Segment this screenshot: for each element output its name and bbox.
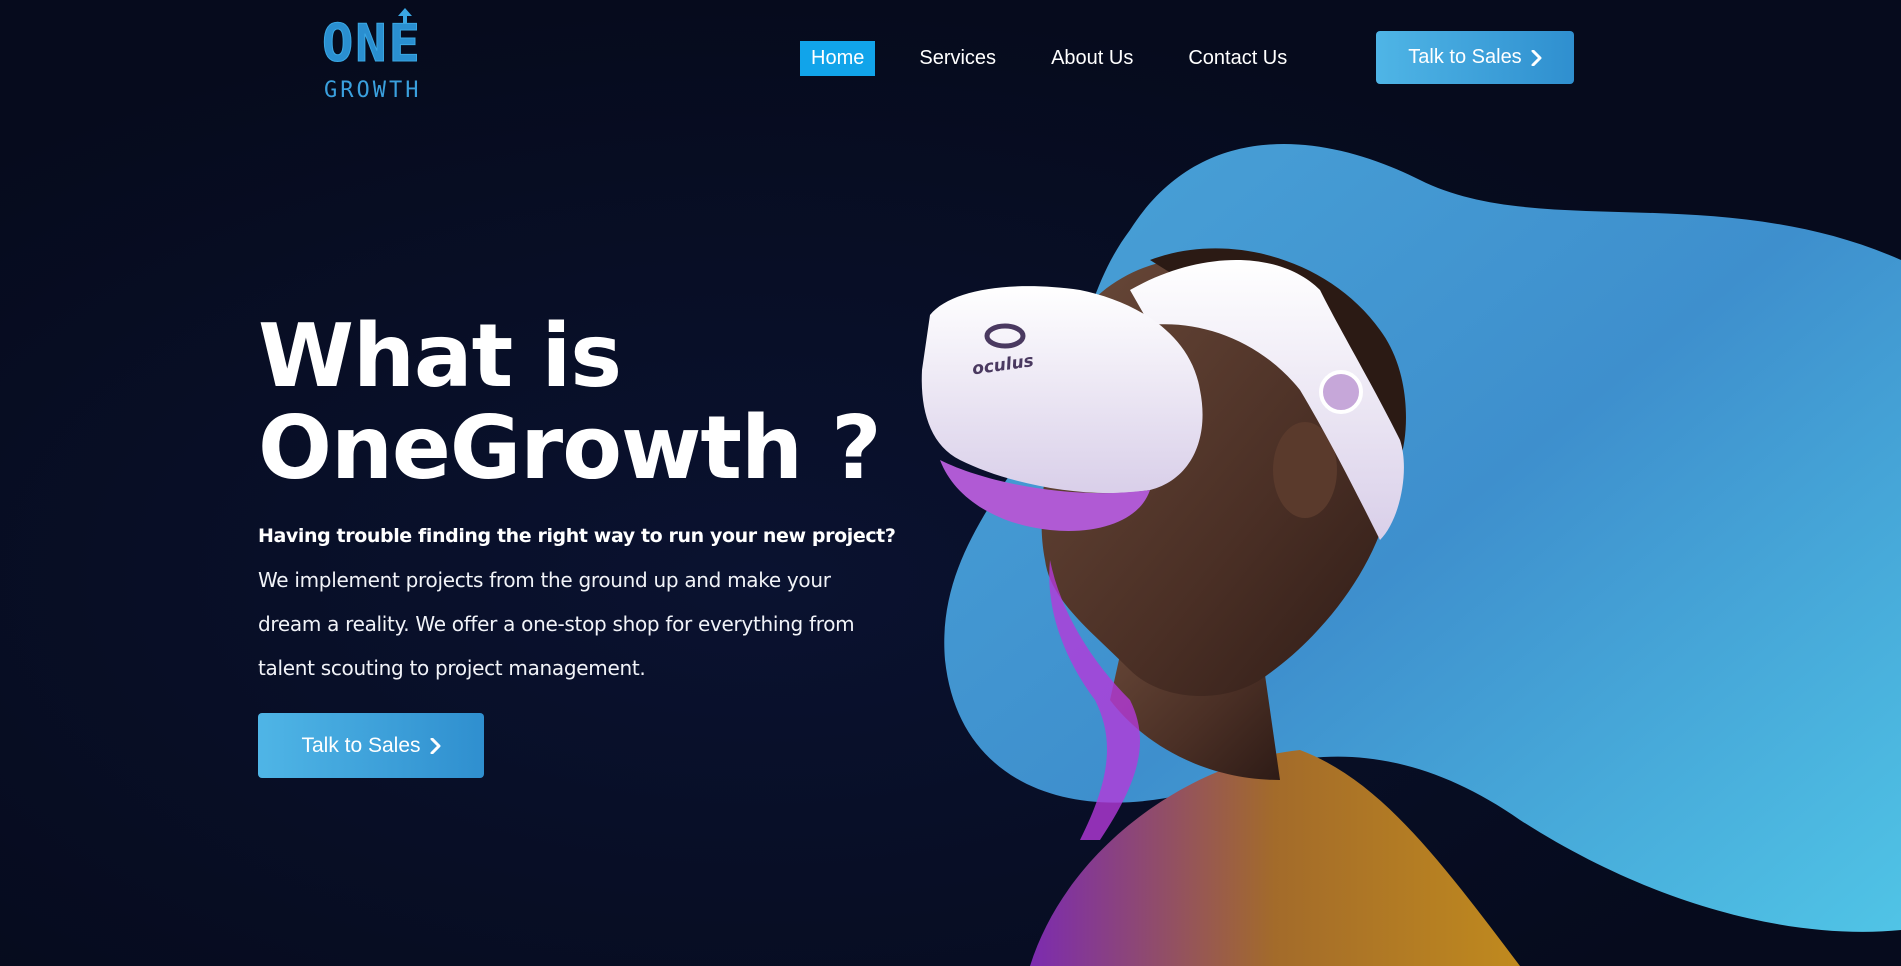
nav-contact-us[interactable]: Contact Us — [1177, 41, 1298, 76]
header-cta-label: Talk to Sales — [1408, 46, 1522, 68]
nav-services[interactable]: Services — [908, 41, 1007, 76]
headset-hinge — [1319, 370, 1363, 414]
nav-home[interactable]: Home — [800, 40, 876, 76]
hero-talk-to-sales-button[interactable]: Talk to Sales — [258, 713, 484, 778]
hero-title-line-2: OneGrowth ? — [258, 397, 882, 499]
onegrowth-logo[interactable]: ONE GROWTH — [322, 8, 452, 104]
logo-word-growth: GROWTH — [324, 78, 422, 103]
hero-illustration: oculus — [921, 144, 1901, 966]
hero-title: What is OneGrowth ? — [258, 310, 898, 494]
hero-lead: Having trouble finding the right way to … — [258, 525, 896, 547]
hero-cta-label: Talk to Sales — [301, 733, 421, 757]
chevron-right-icon — [430, 737, 441, 754]
header-talk-to-sales-button[interactable]: Talk to Sales — [1376, 31, 1574, 84]
logo-word-one: ONE — [322, 14, 422, 74]
hero-description: We implement projects from the ground up… — [258, 568, 855, 680]
nav-about-us[interactable]: About Us — [1040, 41, 1144, 76]
hero-title-line-1: What is — [258, 305, 622, 407]
chevron-right-icon — [1531, 49, 1542, 66]
main-nav: Home Services About Us Contact Us — [800, 40, 1331, 76]
landing-page: ONE GROWTH Home Services About Us Contac… — [0, 0, 1901, 966]
